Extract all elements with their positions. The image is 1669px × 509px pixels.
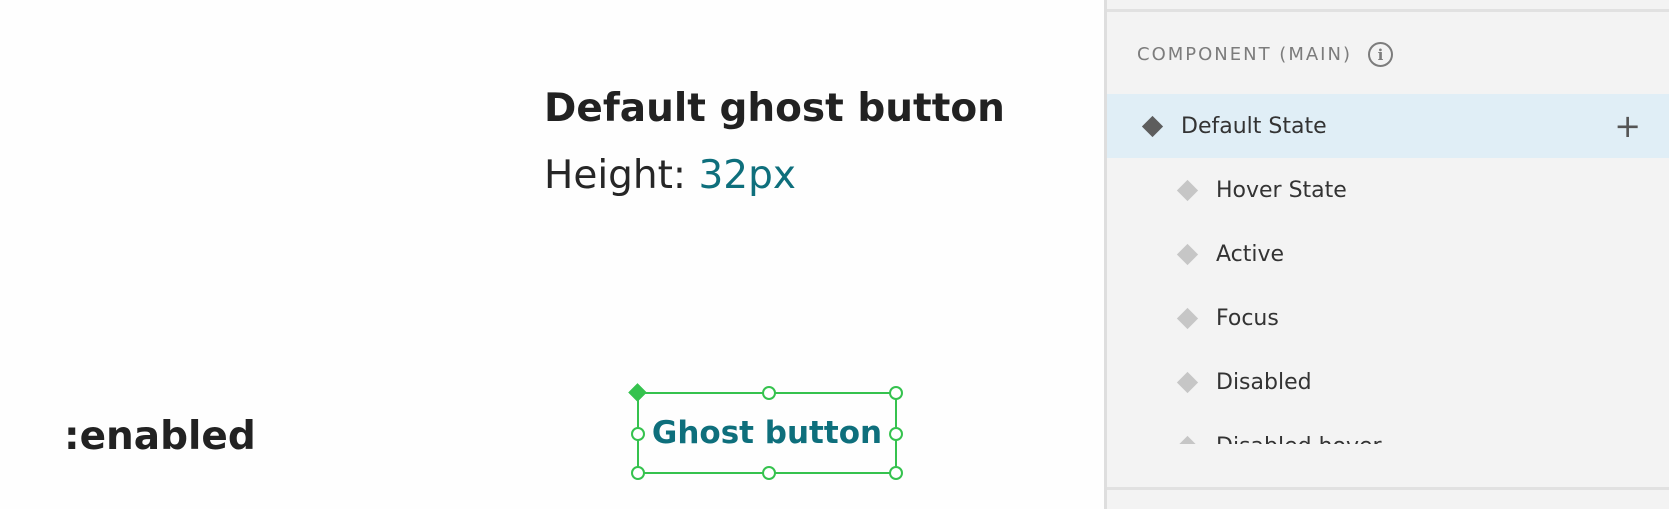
resize-handle-bottom-right[interactable] — [889, 466, 903, 480]
state-item-disabled-hover[interactable]: Disabled hover — [1107, 414, 1669, 444]
state-item-label: Hover State — [1216, 177, 1347, 203]
panel-header: COMPONENT (MAIN) i — [1137, 42, 1393, 67]
state-item-label: Default State — [1181, 113, 1327, 139]
selection-box[interactable]: Ghost button — [628, 383, 903, 480]
design-canvas[interactable]: Default ghost button Height: 32px :enabl… — [0, 0, 1104, 509]
state-label: :enabled — [64, 414, 256, 459]
diamond-icon — [1176, 179, 1199, 201]
diamond-icon — [1141, 115, 1164, 137]
height-label: Height: — [544, 153, 687, 198]
height-value: 32px — [698, 153, 796, 198]
state-item-label: Active — [1216, 241, 1285, 267]
diamond-icon — [1176, 307, 1199, 329]
diamond-icon — [1176, 435, 1199, 444]
spec-title: Default ghost button — [544, 86, 1005, 131]
resize-handle-top-right[interactable] — [889, 386, 903, 400]
resize-handle-right[interactable] — [889, 427, 903, 441]
spec-height: Height: 32px — [544, 153, 796, 198]
panel-header-label: COMPONENT (MAIN) — [1137, 44, 1352, 65]
state-item-disabled[interactable]: Disabled — [1107, 350, 1669, 414]
panel-divider — [1107, 487, 1669, 490]
plus-icon[interactable]: + — [1614, 110, 1641, 142]
state-item-label: Focus — [1216, 305, 1279, 331]
resize-handle-top[interactable] — [762, 386, 776, 400]
resize-handle-bottom-left[interactable] — [631, 466, 645, 480]
resize-handle-left[interactable] — [631, 427, 645, 441]
component-states-panel: COMPONENT (MAIN) i Default State + Hover… — [1104, 0, 1669, 509]
panel-divider — [1107, 9, 1669, 12]
state-item-default[interactable]: Default State + — [1107, 94, 1669, 158]
state-item-label: Disabled hover — [1216, 434, 1382, 445]
state-list[interactable]: Default State + Hover State Active Focus… — [1107, 94, 1669, 444]
state-item-active[interactable]: Active — [1107, 222, 1669, 286]
info-icon[interactable]: i — [1367, 42, 1393, 67]
state-item-label: Disabled — [1216, 369, 1312, 395]
state-item-focus[interactable]: Focus — [1107, 286, 1669, 350]
diamond-icon — [1176, 243, 1199, 265]
diamond-icon — [1176, 371, 1199, 393]
ghost-button[interactable]: Ghost button — [639, 394, 895, 472]
resize-handle-bottom[interactable] — [762, 466, 776, 480]
state-item-hover[interactable]: Hover State — [1107, 158, 1669, 222]
